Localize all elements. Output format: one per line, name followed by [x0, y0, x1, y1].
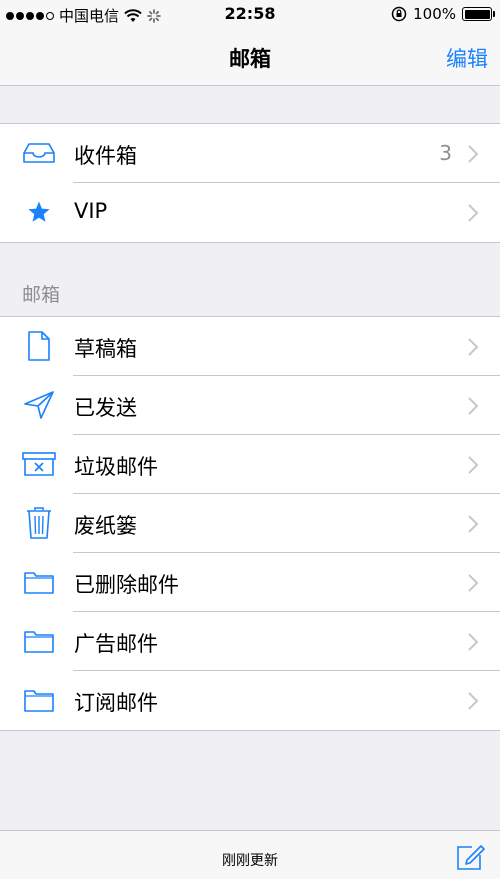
junk-box-icon — [22, 449, 56, 479]
star-icon — [22, 197, 56, 227]
inbox-label: 收件箱 — [74, 144, 137, 168]
inbox-tray-icon — [22, 138, 56, 168]
list-item-trash[interactable]: 废纸篓 — [0, 494, 500, 553]
list-item-inbox[interactable]: 收件箱 3 — [0, 124, 500, 183]
edit-button[interactable]: 编辑 — [446, 43, 488, 73]
compose-icon[interactable] — [456, 843, 486, 871]
chevron-right-icon — [468, 515, 479, 533]
paper-plane-icon — [22, 390, 56, 420]
top-mailbox-group: 收件箱 3 VIP — [0, 123, 500, 243]
list-item-vip[interactable]: VIP — [0, 183, 500, 242]
section-header-mailboxes: 邮箱 — [22, 284, 61, 306]
navigation-bar: 邮箱 编辑 — [0, 28, 500, 86]
sent-label: 已发送 — [74, 396, 137, 420]
deleted-label: 已删除邮件 — [74, 573, 179, 597]
battery-percent: 100% — [413, 5, 456, 23]
status-right: 100% — [391, 5, 495, 23]
orientation-lock-icon — [391, 6, 407, 22]
list-item-subscriptions[interactable]: 订阅邮件 — [0, 671, 500, 730]
list-item-deleted[interactable]: 已删除邮件 — [0, 553, 500, 612]
vip-label: VIP — [74, 199, 108, 223]
subscriptions-label: 订阅邮件 — [74, 691, 158, 715]
chevron-right-icon — [468, 456, 479, 474]
folder-icon — [22, 685, 56, 715]
page-title: 邮箱 — [229, 47, 271, 71]
chevron-right-icon — [468, 338, 479, 356]
document-icon — [22, 331, 56, 361]
chevron-right-icon — [468, 692, 479, 710]
list-item-ads[interactable]: 广告邮件 — [0, 612, 500, 671]
inbox-unread-count: 3 — [439, 141, 452, 165]
trash-icon — [22, 507, 56, 539]
chevron-right-icon — [468, 633, 479, 651]
folder-icon — [22, 567, 56, 597]
list-item-drafts[interactable]: 草稿箱 — [0, 317, 500, 376]
chevron-right-icon — [468, 574, 479, 592]
chevron-right-icon — [468, 204, 479, 222]
status-bar: 中国电信 22:58 100% — [0, 0, 500, 28]
mailbox-list-group: 草稿箱 已发送 垃圾邮件 废纸篓 已删除邮件 广告邮件 订阅邮件 — [0, 316, 500, 731]
battery-icon — [462, 7, 495, 21]
trash-label: 废纸篓 — [74, 514, 137, 538]
list-item-sent[interactable]: 已发送 — [0, 376, 500, 435]
update-status: 刚刚更新 — [222, 853, 278, 869]
chevron-right-icon — [468, 397, 479, 415]
ads-label: 广告邮件 — [74, 632, 158, 656]
chevron-right-icon — [468, 145, 479, 163]
list-item-junk[interactable]: 垃圾邮件 — [0, 435, 500, 494]
junk-label: 垃圾邮件 — [74, 455, 158, 479]
folder-icon — [22, 626, 56, 656]
drafts-label: 草稿箱 — [74, 337, 137, 361]
bottom-toolbar: 刚刚更新 — [0, 830, 500, 879]
